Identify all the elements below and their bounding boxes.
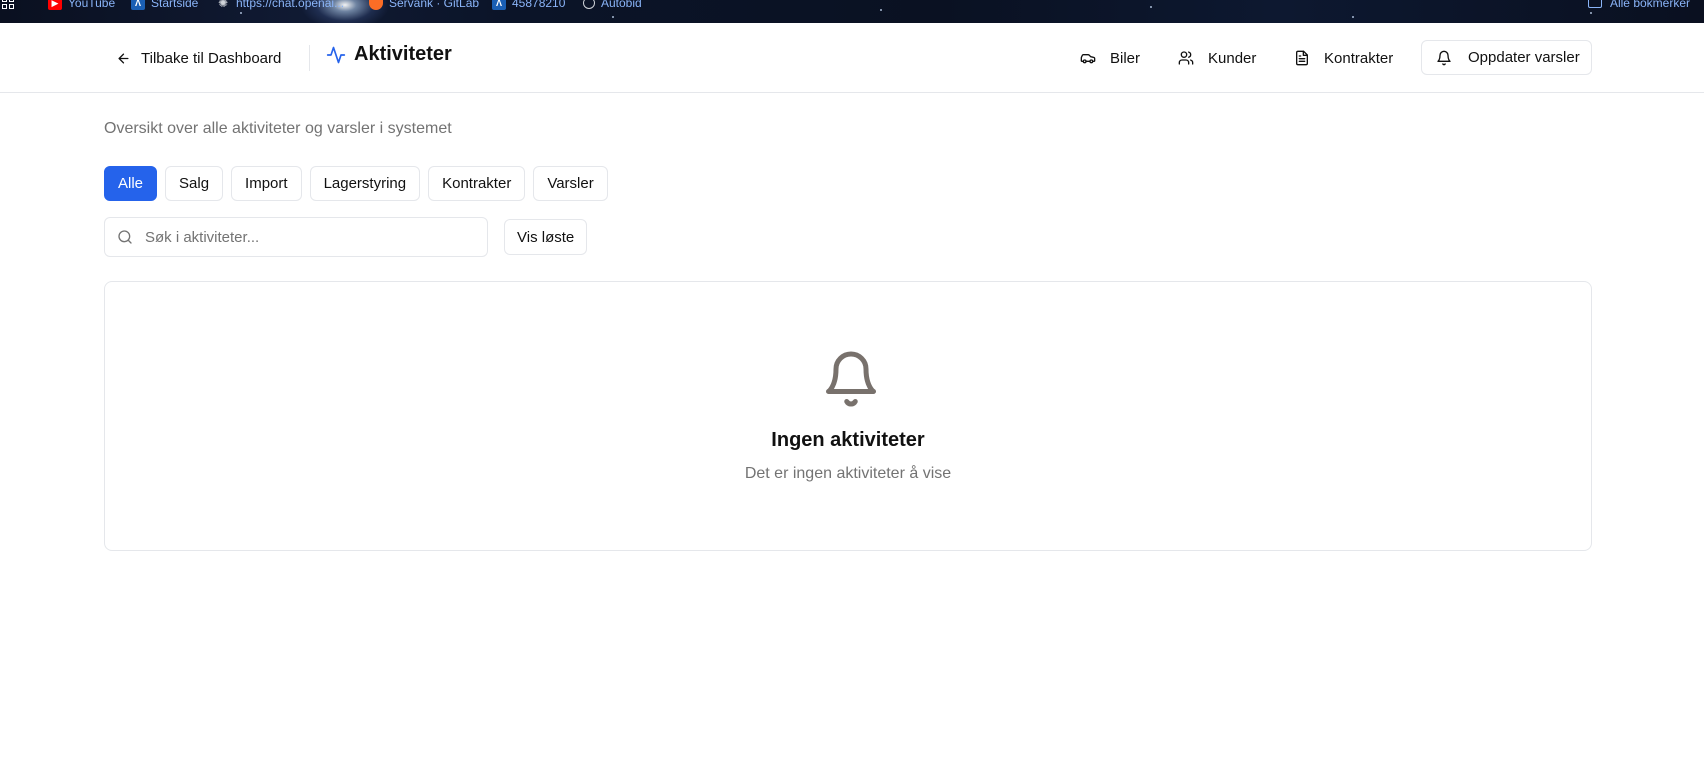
file-text-icon: [1296, 50, 1308, 66]
users-icon: [1178, 51, 1194, 65]
filter-lagerstyring[interactable]: Lagerstyring: [309, 166, 421, 201]
bookmark-label: 45878210: [512, 0, 566, 10]
search-icon: [118, 230, 132, 244]
all-bookmarks[interactable]: Alle bokmerker: [1587, 0, 1690, 11]
filter-kontrakter[interactable]: Kontrakter: [428, 166, 526, 201]
filter-alle[interactable]: Alle: [104, 166, 158, 201]
bell-icon: [1437, 50, 1451, 65]
header-divider: [309, 45, 310, 71]
autobid-icon: [583, 0, 595, 9]
empty-state-description: Det er ingen aktiviteter å vise: [744, 465, 952, 482]
back-label: Tilbake til Dashboard: [141, 49, 282, 67]
bookmark-youtube[interactable]: ▶ YouTube: [48, 0, 115, 11]
lambda-icon: Λ: [131, 0, 145, 10]
bookmark-label: https://chat.openai...: [236, 0, 345, 10]
all-bookmarks-label: Alle bokmerker: [1609, 0, 1690, 10]
page-title: Aktiviteter: [354, 43, 452, 65]
bookmark-label: Startside: [151, 0, 199, 10]
page-subtitle: Oversikt over alle aktiviteter og varsle…: [104, 120, 452, 137]
bell-icon: [826, 351, 876, 407]
bookmark-startside[interactable]: Λ Startside: [131, 0, 198, 11]
nav-kontrakter[interactable]: Kontrakter: [1284, 41, 1403, 75]
background-star: [1150, 6, 1152, 8]
bookmark-label: Servank · GitLab: [389, 0, 480, 10]
bookmarks-bar: ▶ YouTube Λ Startside ✺ https://chat.ope…: [0, 0, 1704, 23]
car-icon: [1080, 54, 1096, 64]
bookmark-gitlab[interactable]: Servank · GitLab: [369, 0, 479, 11]
background-star: [612, 16, 614, 18]
search-input[interactable]: [145, 228, 465, 246]
nav-label: Kunder: [1208, 49, 1257, 67]
activity-icon: [326, 46, 346, 63]
bookmark-45878210[interactable]: Λ 45878210: [492, 0, 565, 11]
nav-kunder[interactable]: Kunder: [1168, 41, 1266, 75]
bookmark-chatgpt[interactable]: ✺ https://chat.openai...: [216, 0, 344, 11]
arrow-left-icon: [118, 53, 129, 63]
apps-grid-icon[interactable]: [2, 0, 16, 9]
bookmark-autobid[interactable]: Autobid: [583, 0, 642, 11]
app-header: Tilbake til Dashboard Aktiviteter Biler …: [0, 23, 1704, 93]
refresh-label: Oppdater varsler: [1468, 49, 1580, 66]
filter-import[interactable]: Import: [231, 166, 302, 201]
nav-biler[interactable]: Biler: [1070, 41, 1150, 75]
search-box: [104, 217, 488, 257]
show-resolved-button[interactable]: Vis løste: [504, 219, 588, 255]
filter-salg[interactable]: Salg: [165, 166, 224, 201]
folder-icon: [1587, 0, 1602, 8]
gitlab-icon: [369, 0, 383, 10]
refresh-alerts-button[interactable]: Oppdater varsler: [1421, 40, 1592, 75]
youtube-icon: ▶: [48, 0, 62, 10]
activities-card: Ingen aktiviteter Det er ingen aktivitet…: [104, 281, 1592, 551]
background-star: [1352, 16, 1354, 18]
filter-chips: Alle Salg Import Lagerstyring Kontrakter…: [104, 166, 608, 201]
background-star: [240, 12, 242, 14]
page-title-group: Aktiviteter: [326, 43, 452, 66]
bookmark-label: Autobid: [601, 0, 642, 10]
lambda-icon: Λ: [492, 0, 506, 10]
bookmark-label: YouTube: [68, 0, 116, 10]
background-star: [1590, 12, 1592, 14]
filter-varsler[interactable]: Varsler: [533, 166, 608, 201]
back-to-dashboard-link[interactable]: Tilbake til Dashboard: [116, 47, 281, 69]
nav-label: Biler: [1110, 49, 1141, 67]
empty-state-title: Ingen aktiviteter: [771, 429, 925, 451]
nav-label: Kontrakter: [1324, 49, 1394, 67]
openai-icon: ✺: [217, 0, 229, 10]
background-star: [880, 9, 882, 11]
